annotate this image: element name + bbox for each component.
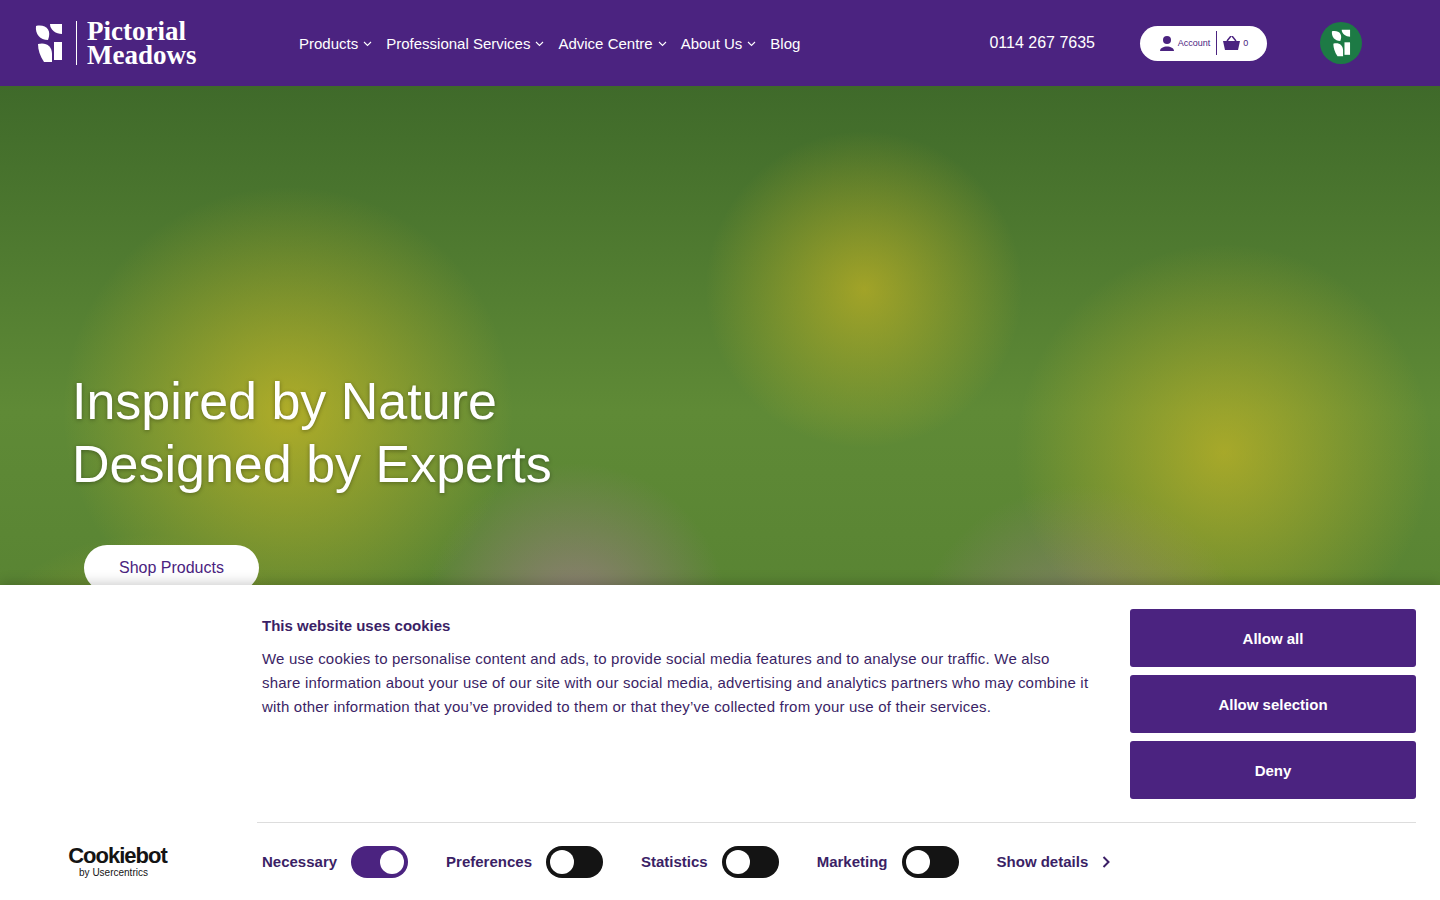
toggle-knob [906,850,930,874]
chevron-down-icon [658,41,667,47]
chevron-down-icon [747,41,756,47]
brand-badge-icon[interactable] [1320,22,1362,64]
consent-toggle[interactable]: Statistics [641,846,779,878]
cookie-buttons: Allow all Allow selection Deny [1130,609,1416,799]
consent-toggle[interactable]: Preferences [446,846,603,878]
chevron-right-icon [1102,856,1110,868]
toggle-knob [550,850,574,874]
hero-content: Inspired by NatureDesigned by ExpertsSho… [0,86,1440,591]
nav-item[interactable]: Blog [770,35,800,52]
site-header: PictorialMeadows Products Professional Ser… [0,0,1440,86]
show-details-link[interactable]: Show details [997,853,1111,870]
cookie-bottom: Cookiebotby UsercentricsNecessary Prefere… [24,822,1416,900]
consent-toggle[interactable]: Necessary [262,846,408,878]
nav-item[interactable]: Professional Services [386,35,544,52]
consent-toggles: Necessary Preferences Statistics Marketing S… [257,822,1416,900]
nav-item[interactable]: About Us [681,35,757,52]
nav-item[interactable]: Products [299,35,372,52]
basket-link[interactable]: 0 [1223,36,1248,50]
pill-separator [1216,31,1217,55]
toggle-switch[interactable] [902,846,959,878]
toggle-switch[interactable] [351,846,408,878]
account-link[interactable]: Account [1159,35,1211,51]
brand-name: PictorialMeadows [87,19,197,67]
consent-toggle[interactable]: Marketing [817,846,959,878]
nav-item[interactable]: Advice Centre [558,35,666,52]
phone-number[interactable]: 0114 267 7635 [989,34,1095,52]
cookie-banner: This website uses cookies We use cookies … [0,585,1440,900]
chevron-down-icon [535,41,544,47]
toggle-switch[interactable] [722,846,779,878]
toggle-switch[interactable] [546,846,603,878]
brand-divider [76,21,77,65]
brand-logo[interactable]: PictorialMeadows [32,19,299,67]
cookiebot-logo: Cookiebotby Usercentrics [24,822,257,900]
cookie-button[interactable]: Allow all [1130,609,1416,667]
hero-title: Inspired by NatureDesigned by Experts [72,370,1440,496]
basket-icon [1223,36,1240,50]
chevron-down-icon [363,41,372,47]
cookie-title: This website uses cookies [262,617,1090,634]
toggle-knob [380,850,404,874]
user-icon [1159,35,1175,51]
main-nav: Products Professional Services Advice Cent… [299,35,800,52]
cookie-top: This website uses cookies We use cookies … [24,609,1416,799]
leaf-logo-icon [32,20,66,66]
cookie-text: This website uses cookies We use cookies … [262,609,1090,799]
toggle-knob [726,850,750,874]
cookie-body: We use cookies to personalise content an… [262,647,1090,719]
cookie-button[interactable]: Allow selection [1130,675,1416,733]
cookie-button[interactable]: Deny [1130,741,1416,799]
account-basket-pill: Account 0 [1140,26,1267,61]
page: PictorialMeadows Products Professional Ser… [0,0,1440,900]
